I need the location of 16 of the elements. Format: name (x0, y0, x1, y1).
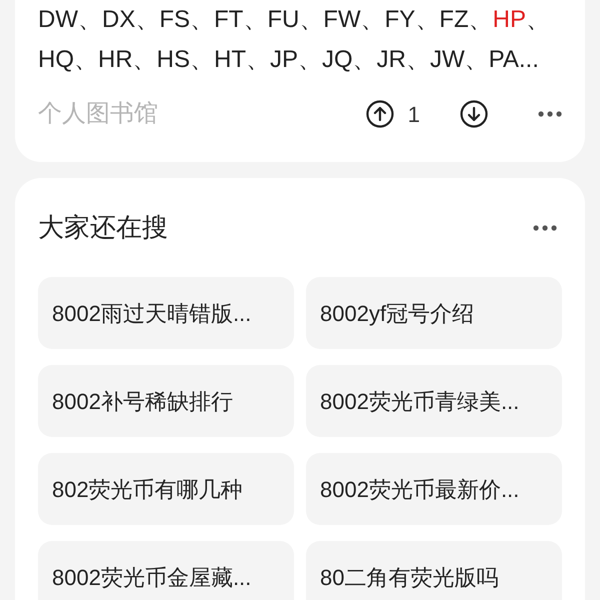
upvote-icon[interactable] (366, 100, 394, 128)
search-suggestion[interactable]: 8002yf冠号介绍 (306, 277, 562, 349)
more-icon (533, 224, 557, 230)
search-suggestion[interactable]: 8002补号稀缺排行 (38, 365, 294, 437)
more-icon (538, 111, 562, 117)
section-title: 大家还在搜 (38, 211, 168, 244)
search-suggestion[interactable]: 802荧光币有哪几种 (38, 453, 294, 525)
search-suggestion[interactable]: 80二角有荧光版吗 (306, 541, 562, 600)
tag-list: DW、DX、FS、FT、FU、FW、FY、FZ、HP、 HQ、HR、HS、HT、JP、JQ、JR、JW、PA... (38, 0, 562, 80)
search-suggestion[interactable]: 8002荧光币最新价... (306, 453, 562, 525)
upvote-count: 1 (408, 100, 420, 128)
source-label: 个人图书馆 (38, 99, 159, 129)
search-suggestion[interactable]: 8002雨过天晴错版... (38, 277, 294, 349)
search-suggestion[interactable]: 8002荧光币青绿美... (306, 365, 562, 437)
downvote-icon[interactable] (460, 100, 488, 128)
search-suggestion[interactable]: 8002荧光币金屋藏... (38, 541, 294, 600)
